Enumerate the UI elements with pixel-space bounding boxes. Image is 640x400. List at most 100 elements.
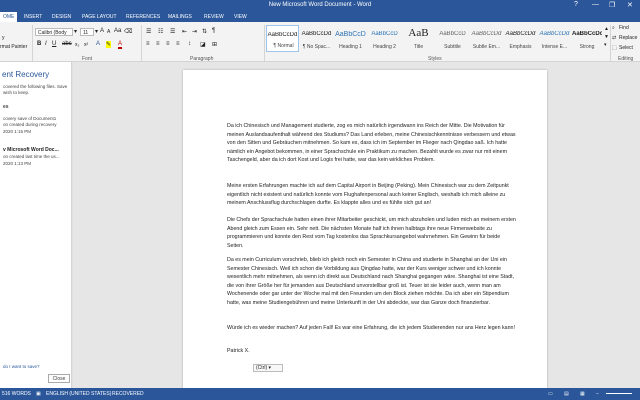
change-case-icon[interactable]: Aa: [114, 28, 121, 34]
tab-insert[interactable]: INSERT: [24, 14, 42, 20]
web-layout-icon[interactable]: ▦: [580, 391, 585, 397]
font-size-combo[interactable]: 11: [80, 28, 94, 36]
borders-icon[interactable]: ⊞: [212, 41, 217, 48]
tab-page-layout[interactable]: PAGE LAYOUT: [82, 14, 117, 20]
document-paragraph[interactable]: Da es mein Curriculum vorschrieb, blieb …: [227, 256, 517, 307]
read-mode-icon[interactable]: ▭: [548, 391, 553, 397]
tab-references[interactable]: REFERENCES: [126, 14, 160, 20]
text-effects-icon[interactable]: A: [96, 41, 100, 47]
document-page[interactable]: Da ich Chinesisch und Management studier…: [183, 70, 547, 388]
style-heading-1[interactable]: AaBbCcD Heading 1: [334, 25, 367, 52]
available-files-label: es: [3, 104, 9, 110]
recovered-file-description: on created during recovery: [3, 122, 57, 127]
format-painter-button[interactable]: rmat Painter: [0, 44, 27, 50]
bold-icon[interactable]: B: [37, 41, 41, 47]
find-button[interactable]: Find: [619, 25, 629, 31]
minimize-button[interactable]: —: [592, 1, 599, 8]
subscript-icon[interactable]: x₂: [75, 42, 79, 48]
group-separator: [141, 25, 142, 61]
print-layout-icon[interactable]: ▤: [564, 391, 569, 397]
proofing-icon[interactable]: ▣: [36, 391, 41, 397]
bullets-icon[interactable]: ☰: [146, 28, 151, 35]
recovery-pane-title: ent Recovery: [2, 70, 50, 79]
style-subtle-emphasis[interactable]: AaBbCcDd Subtle Em...: [470, 25, 503, 52]
recovery-close-button[interactable]: Close: [48, 374, 70, 383]
tab-home[interactable]: OME: [0, 12, 18, 22]
which-file-to-save-link[interactable]: do I want to save?: [3, 364, 40, 369]
style-intense-emphasis[interactable]: AaBbCcDd Intense E...: [538, 25, 571, 52]
ribbon-tabs: OME INSERT DESIGN PAGE LAYOUT REFERENCES…: [0, 12, 640, 22]
align-right-icon[interactable]: ≡: [166, 41, 170, 47]
style-strong[interactable]: AaBbCcDc Strong: [572, 25, 602, 52]
italic-icon[interactable]: I: [45, 41, 47, 47]
style-preview: AaBbCcDd: [471, 31, 502, 37]
shrink-font-icon[interactable]: A: [107, 29, 110, 35]
help-button[interactable]: ?: [574, 1, 578, 8]
font-size-dropdown-icon[interactable]: ▾: [95, 28, 98, 35]
recovered-file-time: 2020 1:13 PM: [3, 161, 32, 166]
group-separator: [264, 25, 265, 61]
style-name: Subtitle: [444, 44, 461, 50]
tab-view[interactable]: VIEW: [234, 14, 247, 20]
strikethrough-icon[interactable]: abc: [62, 41, 72, 47]
font-name-dropdown-icon[interactable]: ▾: [74, 28, 77, 35]
styles-scroll-up-icon[interactable]: ▲: [604, 26, 609, 32]
tab-mailings[interactable]: MAILINGS: [168, 14, 192, 20]
style-subtitle[interactable]: AaBbCcD Subtitle: [436, 25, 469, 52]
style-preview: AaBbCcD: [335, 31, 366, 38]
grow-font-icon[interactable]: A: [100, 28, 104, 34]
select-icon: ⬚: [612, 45, 617, 51]
style-normal[interactable]: AaBbCcDd ¶ Normal: [266, 25, 299, 52]
highlight-icon[interactable]: ✎: [106, 41, 112, 48]
language-indicator[interactable]: ENGLISH (UNITED STATES): [46, 391, 111, 397]
zoom-slider[interactable]: [606, 393, 632, 394]
style-no-spacing[interactable]: AaBbCcDd ¶ No Spac...: [300, 25, 333, 52]
styles-more-icon[interactable]: ▾: [604, 42, 607, 48]
restore-button[interactable]: ❐: [609, 1, 615, 9]
style-emphasis[interactable]: AaBbCcDd Emphasis: [504, 25, 537, 52]
sort-icon[interactable]: ⇅: [202, 28, 207, 35]
paste-options-button[interactable]: (Ctrl) ▾: [253, 364, 283, 372]
copy-button[interactable]: y: [2, 35, 5, 41]
font-color-icon[interactable]: A: [118, 41, 123, 49]
zoom-out-icon[interactable]: −: [596, 391, 599, 397]
close-window-button[interactable]: ✕: [627, 1, 633, 9]
line-spacing-icon[interactable]: ↕: [188, 41, 191, 47]
document-paragraph[interactable]: Patrick X.: [227, 347, 517, 356]
style-title[interactable]: AaB Title: [402, 25, 435, 52]
underline-icon[interactable]: U: [52, 41, 56, 47]
tab-review[interactable]: REVIEW: [204, 14, 224, 20]
document-paragraph[interactable]: Die Chefs der Sprachschule hatten einen …: [227, 216, 517, 250]
font-name-combo[interactable]: Calibri (Body: [35, 28, 73, 36]
clear-formatting-icon[interactable]: ⌫: [124, 28, 132, 35]
document-paragraph[interactable]: Meine ersten Erfahrungen machte ich auf …: [227, 182, 517, 208]
select-button[interactable]: Select: [619, 45, 633, 51]
style-preview: AaBbCcDd: [301, 31, 332, 37]
justify-icon[interactable]: ≡: [176, 41, 180, 47]
superscript-icon[interactable]: x²: [84, 42, 88, 48]
shading-icon[interactable]: ◪: [200, 41, 206, 48]
document-paragraph[interactable]: Da ich Chinesisch und Management studier…: [227, 122, 517, 165]
style-heading-2[interactable]: AaBbCcD Heading 2: [368, 25, 401, 52]
decrease-indent-icon[interactable]: ⇤: [182, 28, 187, 35]
font-size-value: 11: [83, 30, 89, 36]
document-area[interactable]: Da ich Chinesisch und Management studier…: [73, 62, 640, 388]
increase-indent-icon[interactable]: ⇥: [192, 28, 197, 35]
replace-button[interactable]: Replace: [619, 35, 637, 41]
tab-design[interactable]: DESIGN: [52, 14, 71, 20]
style-preview: AaBbCcD: [371, 31, 398, 37]
word-count[interactable]: 516 WORDS: [2, 391, 31, 397]
document-paragraph[interactable]: Würde ich es wieder machen? Auf jeden Fa…: [227, 324, 517, 333]
multilevel-list-icon[interactable]: ☰: [170, 28, 175, 35]
recovered-file-name: covery save of Document1: [3, 116, 57, 121]
align-left-icon[interactable]: ≡: [146, 41, 150, 47]
style-preview: AaBbCcDc: [572, 31, 602, 37]
group-separator: [32, 25, 33, 61]
numbering-icon[interactable]: ☷: [158, 28, 163, 35]
find-icon: ⌕: [612, 25, 615, 31]
align-center-icon[interactable]: ≡: [156, 41, 160, 47]
recovered-file-description: on created last time the us...: [3, 154, 60, 159]
show-marks-icon[interactable]: ¶: [212, 28, 215, 34]
style-name: Heading 2: [373, 44, 396, 50]
styles-scroll-down-icon[interactable]: ▼: [604, 34, 609, 40]
